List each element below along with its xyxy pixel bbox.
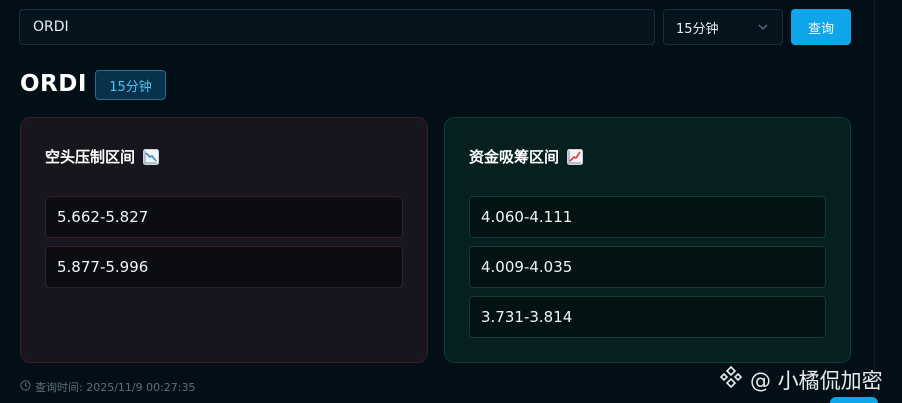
chart-decreasing-icon [143,148,160,165]
query-button[interactable]: 查询 [791,9,851,45]
symbol-search-input[interactable]: ORDI [19,9,655,45]
interval-badge: 15分钟 [95,70,166,100]
watermark: @ 小橘侃加密 [718,364,883,395]
symbol-search-value: ORDI [33,19,69,35]
short-pressure-card: 空头压制区间 5.662-5.827 5.877-5.996 [20,117,428,363]
short-pressure-title: 空头压制区间 [45,146,160,167]
interval-select[interactable]: 15分钟 [663,9,783,45]
interval-select-value: 15分钟 [676,21,719,37]
binance-logo-icon [718,364,744,395]
accumulation-range-row: 3.731-3.814 [469,296,826,338]
accumulation-title-text: 资金吸筹区间 [469,148,560,166]
accumulation-range-row: 4.009-4.035 [469,246,826,288]
right-divider [874,0,875,403]
query-time-text: 查询时间: 2025/11/9 00:27:35 [35,381,196,394]
chevron-down-icon [756,20,770,34]
accumulation-card: 资金吸筹区间 4.060-4.111 4.009-4.035 3.731-3.8… [444,117,851,363]
query-time: 查询时间: 2025/11/9 00:27:35 [20,379,196,395]
floating-button-edge[interactable] [830,397,878,403]
page-title: ORDI [20,71,87,97]
short-range-row: 5.877-5.996 [45,246,403,288]
watermark-text: @ 小橘侃加密 [750,368,883,393]
clock-icon [20,380,31,394]
short-pressure-title-text: 空头压制区间 [45,148,136,166]
chart-increasing-icon [567,148,584,165]
accumulation-title: 资金吸筹区间 [469,146,584,167]
short-range-row: 5.662-5.827 [45,196,403,238]
accumulation-range-row: 4.060-4.111 [469,196,826,238]
